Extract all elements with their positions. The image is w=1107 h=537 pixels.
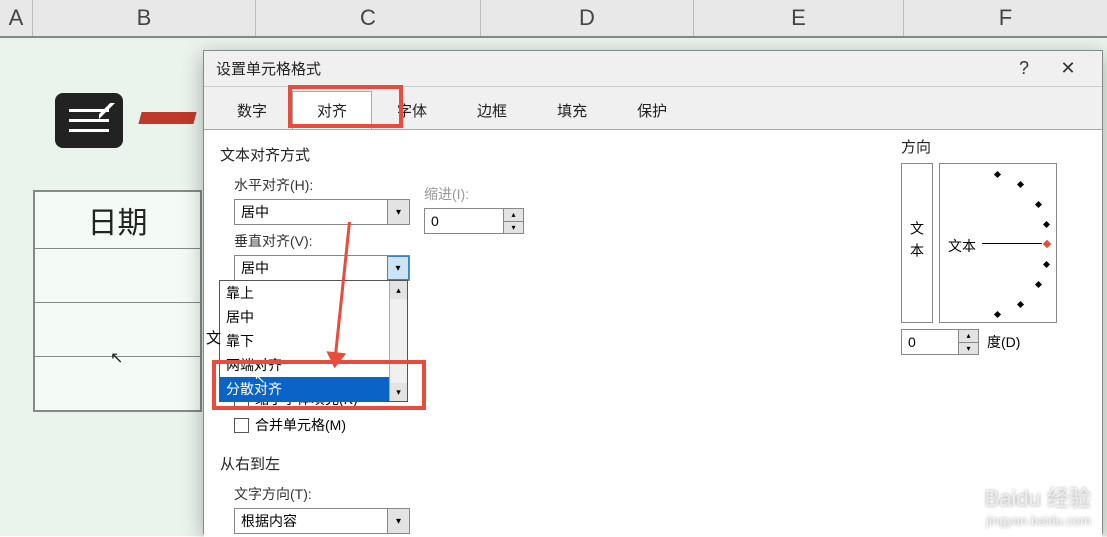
orientation-dial[interactable]: 文本 <box>939 163 1057 323</box>
indent-label: 缩进(I): <box>424 184 524 204</box>
chevron-down-icon[interactable]: ▾ <box>387 200 409 224</box>
option-justify[interactable]: 两端对齐 <box>220 353 407 377</box>
text-control-prefix: 文 <box>206 327 221 348</box>
chevron-down-icon[interactable]: ▾ <box>387 509 409 533</box>
col-header-a[interactable]: A <box>0 0 33 36</box>
close-button[interactable]: ✕ <box>1046 51 1090 87</box>
vertical-text-button[interactable]: 文本 <box>901 163 933 323</box>
option-distributed[interactable]: 分散对齐 <box>220 377 407 401</box>
col-header-d[interactable]: D <box>481 0 694 36</box>
orientation-section: 方向 <box>901 136 1086 157</box>
rtl-section: 从右到左 <box>220 453 1086 474</box>
option-center[interactable]: 居中 <box>220 305 407 329</box>
option-top[interactable]: 靠上 <box>220 281 407 305</box>
scroll-up-icon[interactable]: ▴ <box>390 281 407 299</box>
spinner-down-icon[interactable]: ▾ <box>958 343 978 355</box>
dialog-title: 设置单元格格式 <box>216 58 1002 79</box>
tab-alignment[interactable]: 对齐 <box>292 91 372 129</box>
tab-fill[interactable]: 填充 <box>532 91 612 129</box>
col-header-f[interactable]: F <box>904 0 1107 36</box>
watermark-main: Baidu 经验 <box>985 486 1091 511</box>
text-direction-dropdown[interactable]: 根据内容 ▾ <box>234 508 410 534</box>
cell-row-2[interactable] <box>33 249 202 304</box>
dial-dot <box>1017 301 1024 308</box>
spinner-up-icon[interactable]: ▴ <box>958 330 978 343</box>
tab-protection[interactable]: 保护 <box>612 91 692 129</box>
scroll-track[interactable] <box>390 299 407 383</box>
dial-dot <box>1035 201 1042 208</box>
dial-dot <box>994 311 1001 318</box>
tab-number[interactable]: 数字 <box>212 91 292 129</box>
dropdown-scrollbar[interactable]: ▴ ▾ <box>389 281 407 401</box>
help-button[interactable]: ? <box>1002 51 1046 87</box>
tab-font[interactable]: 字体 <box>372 91 452 129</box>
dial-dot <box>994 171 1001 178</box>
text-direction-value: 根据内容 <box>241 511 297 531</box>
degree-label: 度(D) <box>987 332 1020 352</box>
vertical-align-value: 居中 <box>241 258 269 278</box>
alignment-panel: 文本对齐方式 水平对齐(H): 居中 ▾ 缩进(I): 0 ▴ ▾ 垂直对齐(V… <box>204 129 1102 537</box>
horizontal-align-dropdown[interactable]: 居中 ▾ <box>234 199 410 225</box>
col-header-e[interactable]: E <box>694 0 904 36</box>
dial-indicator <box>1043 240 1051 248</box>
vertical-align-options-list: 靠上 居中 文 靠下 两端对齐 分散对齐 ▴ ▾ <box>219 280 408 402</box>
tab-border[interactable]: 边框 <box>452 91 532 129</box>
format-cells-dialog: 设置单元格格式 ? ✕ 数字 对齐 字体 边框 填充 保护 文本对齐方式 水平对… <box>203 50 1103 534</box>
degree-value: 0 <box>908 334 916 350</box>
watermark-sub: jingyan.baidu.com <box>985 513 1091 528</box>
decorative-dash <box>138 112 196 124</box>
spinner-down-icon[interactable]: ▾ <box>503 222 523 234</box>
cursor-icon: ↖ <box>110 348 123 368</box>
text-direction-label: 文字方向(T): <box>234 484 1086 504</box>
dial-dot <box>1043 261 1050 268</box>
dial-dot <box>1043 221 1050 228</box>
col-header-c[interactable]: C <box>256 0 481 36</box>
horizontal-align-value: 居中 <box>241 202 269 222</box>
dial-line <box>982 243 1042 244</box>
dial-dot <box>1035 281 1042 288</box>
dialog-tabs: 数字 对齐 字体 边框 填充 保护 <box>204 87 1102 129</box>
vertical-align-dropdown[interactable]: 居中 ▾ <box>234 255 410 281</box>
column-headers: A B C D E F <box>0 0 1107 38</box>
degree-spinner[interactable]: 0 ▴ ▾ <box>901 329 979 355</box>
chevron-down-icon[interactable]: ▾ <box>387 256 409 280</box>
merge-cells-checkbox[interactable] <box>234 418 249 433</box>
indent-spinner[interactable]: 0 ▴ ▾ <box>424 208 524 234</box>
merge-cells-label: 合并单元格(M) <box>255 415 346 435</box>
indent-value: 0 <box>431 213 439 229</box>
dial-dot <box>1017 181 1024 188</box>
dialog-titlebar[interactable]: 设置单元格格式 ? ✕ <box>204 51 1102 87</box>
dial-label: 文本 <box>948 236 976 256</box>
spinner-up-icon[interactable]: ▴ <box>503 209 523 222</box>
scroll-down-icon[interactable]: ▾ <box>390 383 407 401</box>
cell-date-header[interactable]: 日期 <box>33 190 202 250</box>
col-header-b[interactable]: B <box>33 0 256 36</box>
orientation-panel: 方向 文本 文本 0 <box>901 136 1086 355</box>
watermark: Baidu 经验 jingyan.baidu.com <box>985 481 1091 528</box>
option-bottom[interactable]: 靠下 <box>220 329 407 353</box>
note-edit-icon <box>55 93 123 148</box>
